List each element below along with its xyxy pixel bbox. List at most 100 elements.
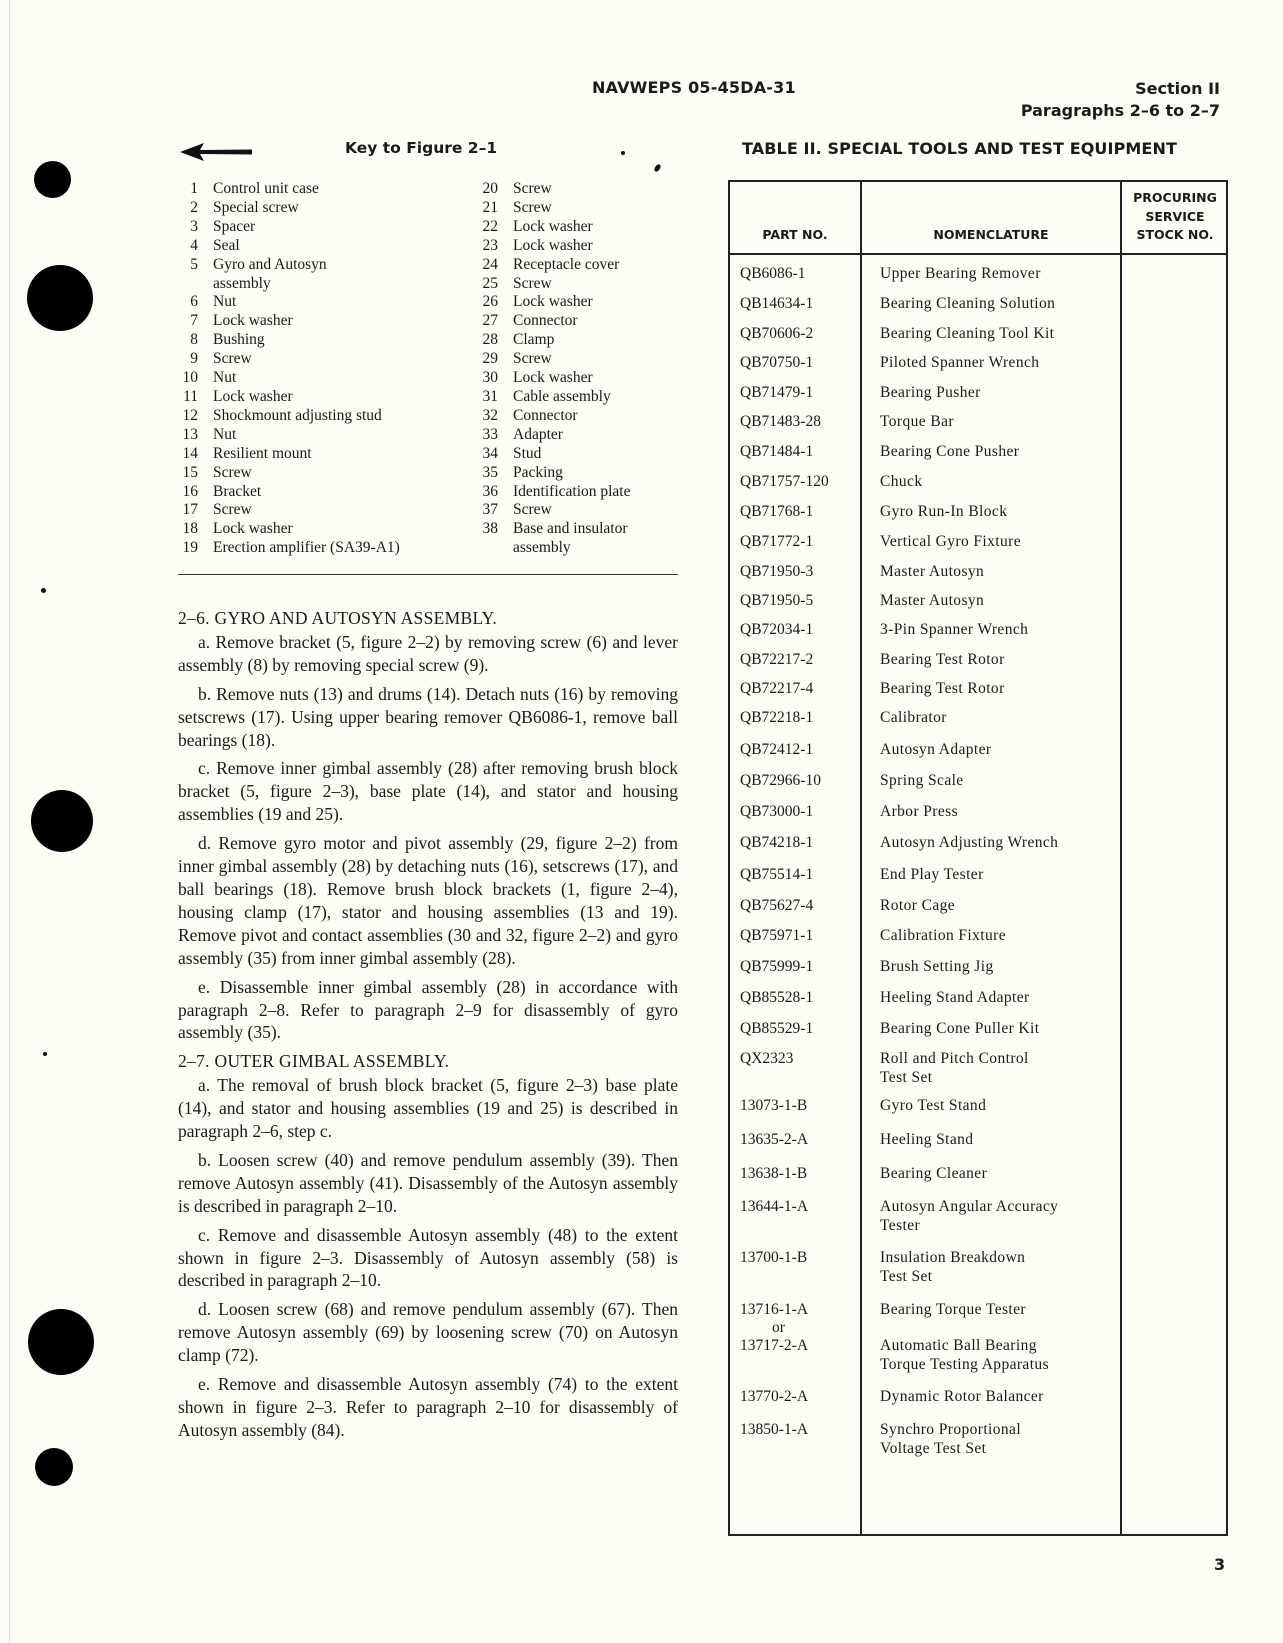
key-item: 2 Special screw (178, 199, 400, 218)
nomenclature-cell: Brush Setting Jig (880, 958, 994, 975)
key-item-label: Screw (213, 350, 252, 368)
part-number-cell: QB71950-5 (740, 592, 814, 609)
page-number: 3 (1214, 1555, 1226, 1574)
nomenclature-cell: Piloted Spanner Wrench (880, 354, 1040, 371)
nomenclature-cell: Gyro Test Stand (880, 1097, 987, 1114)
key-item: 9 Screw (178, 350, 400, 369)
procedure-step: e. Disassemble inner gimbal assembly (28… (178, 976, 678, 1043)
key-item-number: 3 (190, 217, 198, 235)
part-number-cell: 13770-2-A (740, 1388, 809, 1405)
key-item-number: 35 (482, 463, 499, 481)
key-item-label: Screw (513, 501, 552, 519)
key-item-number: 16 (182, 482, 199, 500)
procedure-text: 2–6. GYRO AND AUTOSYN ASSEMBLY. a. Remove… (178, 607, 678, 1448)
part-number-cell: 13073-1-B (740, 1097, 808, 1114)
key-item-number: 10 (182, 369, 199, 387)
procedure-step: b. Remove nuts (13) and drums (14). Deta… (178, 683, 678, 750)
key-item-label: Nut (213, 293, 237, 311)
section-heading: 2–6. GYRO AND AUTOSYN ASSEMBLY. (178, 608, 498, 628)
key-item-number: 12 (182, 406, 199, 424)
key-item-number: 21 (482, 198, 499, 216)
nomenclature-cell: Bearing Test Rotor (880, 680, 1005, 697)
key-item-number: 32 (482, 406, 499, 424)
key-item-label: Clamp (513, 331, 555, 349)
table-header-divider (730, 253, 1226, 255)
part-number-cell: QB72217-2 (740, 651, 814, 668)
key-list-right: 20 Screw 21 Screw 22 Lock washer 23 Lock washer… (478, 180, 631, 558)
key-item: 13 Nut (178, 426, 400, 445)
part-number-cell: 13635-2-A (740, 1131, 809, 1148)
table-column-divider (1120, 182, 1122, 1534)
section-header: Section II Paragraphs 2–6 to 2–7 (1021, 78, 1220, 122)
key-item-number: 8 (190, 331, 198, 349)
document-number: NAVWEPS 05-45DA-31 (592, 78, 796, 97)
key-item: 14 Resilient mount (178, 445, 400, 464)
binder-hole (28, 1309, 94, 1375)
part-number-cell: QB70750-1 (740, 354, 814, 371)
speck-mark (43, 1052, 47, 1056)
key-item-number: 4 (190, 236, 198, 254)
key-item-label: Adapter (513, 425, 563, 443)
key-item: 10 Nut (178, 369, 400, 388)
part-number-cell: QB14634-1 (740, 295, 814, 312)
binder-hole (34, 161, 71, 198)
key-item-label: Lock washer (213, 520, 293, 538)
key-item-number: 23 (482, 236, 499, 254)
nomenclature-cell: Bearing Cone Pusher (880, 443, 1020, 460)
procedure-step: b. Loosen screw (40) and remove pendulum… (178, 1149, 678, 1216)
key-item-number: 19 (182, 539, 199, 557)
key-item: 15 Screw (178, 464, 400, 483)
section-heading: 2–7. OUTER GIMBAL ASSEMBLY. (178, 1051, 450, 1072)
nomenclature-cell: Bearing Cone Puller Kit (880, 1020, 1040, 1037)
part-number-cell: 13717-2-A (740, 1337, 809, 1354)
left-arrow-icon (180, 143, 252, 161)
key-item-label: Lock washer (513, 369, 593, 387)
nomenclature-cell: Autosyn Adjusting Wrench (880, 834, 1059, 851)
key-item-number: 14 (182, 444, 199, 462)
part-number-cell: QB74218-1 (740, 834, 814, 851)
key-item: 8 Bushing (178, 331, 400, 350)
nomenclature-cell: Master Autosyn (880, 563, 985, 580)
key-item-label: Spacer (213, 217, 256, 235)
procedure-step: c. Remove and disassemble Autosyn assemb… (178, 1224, 678, 1291)
key-item-label: Stud (513, 444, 542, 462)
procedure-step: d. Loosen screw (68) and remove pendulum… (178, 1299, 678, 1366)
key-item: 36 Identification plate (478, 483, 631, 502)
key-item-number: 13 (182, 425, 199, 443)
key-item: 26 Lock washer (478, 293, 631, 312)
key-item-label: Shockmount adjusting stud (213, 406, 382, 424)
speck-mark (653, 163, 662, 173)
nomenclature-cell: Upper Bearing Remover (880, 265, 1041, 282)
key-item-number: 6 (190, 293, 198, 311)
nomenclature-cell: Bearing Pusher (880, 384, 981, 401)
nomenclature-cell: Autosyn Adapter (880, 741, 992, 758)
nomenclature-cell: Roll and Pitch Control Test Set (880, 1050, 1029, 1086)
key-item-label: Screw (513, 180, 552, 197)
key-item-label: Bracket (213, 482, 262, 500)
speck-mark (621, 151, 625, 155)
key-item-label: Lock washer (213, 387, 293, 405)
key-list-left: 1 Control unit case 2 Special screw 3 Spacer 4… (178, 180, 400, 558)
key-item-number: 2 (190, 198, 198, 216)
key-item-number: 26 (482, 293, 499, 311)
key-item-label: Resilient mount (213, 444, 312, 462)
part-number-cell: QB75999-1 (740, 958, 814, 975)
key-item: 24 Receptacle cover (478, 256, 631, 275)
key-item-label: Receptacle cover (513, 255, 620, 273)
key-item-label: Erection amplifier (SA39-A1) (213, 539, 400, 557)
part-number-cell: QB71772-1 (740, 533, 814, 550)
key-item-number: 37 (482, 501, 499, 519)
alternate-conjunction: or (772, 1318, 785, 1336)
key-item-label: Screw (513, 350, 552, 368)
key-item-label: Screw (513, 274, 552, 292)
key-item-label: Screw (513, 198, 552, 216)
key-item-number: 7 (190, 312, 198, 330)
nomenclature-cell: Rotor Cage (880, 897, 956, 914)
part-number-cell: 13700-1-B (740, 1249, 808, 1266)
part-number-cell: 13850-1-A (740, 1421, 809, 1438)
part-number-cell: QB72412-1 (740, 741, 814, 758)
key-item-number: 5 (190, 255, 198, 273)
procedure-step: e. Remove and disassemble Autosyn assemb… (178, 1374, 678, 1440)
part-number-cell: QB71950-3 (740, 563, 814, 580)
part-number-cell: QB71768-1 (740, 503, 814, 520)
